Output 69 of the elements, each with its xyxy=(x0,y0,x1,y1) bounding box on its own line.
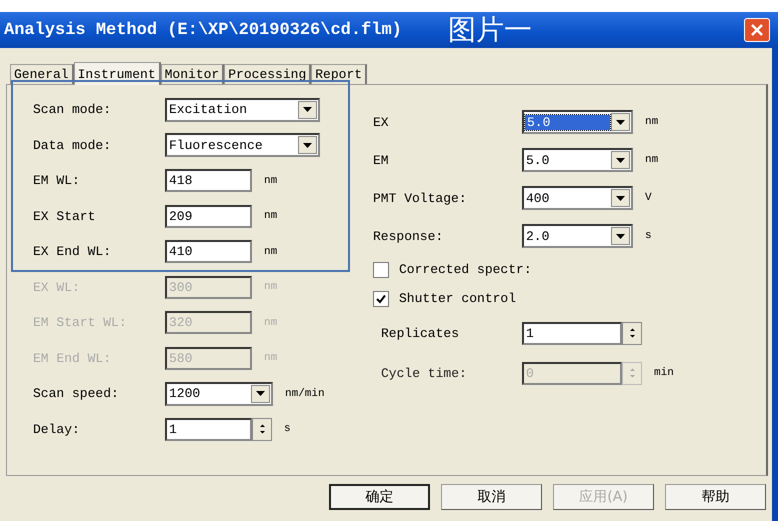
field-label: EM xyxy=(373,152,390,168)
spin-arrows-icon xyxy=(628,367,636,379)
dialog-button[interactable]: 帮助 xyxy=(665,484,766,510)
unit-label: nm xyxy=(264,210,278,222)
field-label: EM WL: xyxy=(33,173,81,188)
dialog-button[interactable]: 取消 xyxy=(441,484,542,510)
caret-icon xyxy=(256,391,265,396)
checkbox-label: Shutter control xyxy=(399,291,516,306)
unit-label: nm xyxy=(645,116,658,128)
unit-label: V xyxy=(645,192,652,204)
field-label: EX WL: xyxy=(33,280,81,295)
caret-icon xyxy=(616,158,625,162)
unit-label: nm xyxy=(264,281,278,294)
close-button[interactable] xyxy=(744,18,770,42)
spin-arrows-icon xyxy=(628,327,636,339)
field-label: Delay: xyxy=(33,422,81,437)
field-label: EM Start WL: xyxy=(33,315,128,330)
dropdown[interactable]: 400 xyxy=(522,186,633,210)
input-field[interactable]: 1 xyxy=(522,322,622,344)
dropdown[interactable]: Fluorescence xyxy=(165,133,320,158)
unit-label: nm xyxy=(264,174,278,187)
field-label: EX xyxy=(373,114,390,130)
tab[interactable]: Instrument xyxy=(74,62,161,85)
dropdown[interactable]: Excitation xyxy=(165,98,320,122)
caret-icon xyxy=(616,120,625,124)
check-icon xyxy=(376,294,386,304)
input-field[interactable]: 418 xyxy=(165,169,252,192)
unit-label: min xyxy=(654,367,674,379)
field-label: PMT Voltage: xyxy=(373,190,468,206)
dropdown[interactable]: 5.0 xyxy=(522,148,633,172)
unit-label: s xyxy=(645,230,652,242)
field-label: Replicates xyxy=(381,326,460,340)
field-label: EX End WL: xyxy=(33,244,112,260)
checkbox[interactable] xyxy=(373,262,389,278)
spin-arrows-icon xyxy=(258,423,266,436)
spin-button[interactable] xyxy=(252,418,272,441)
input-field[interactable]: 410 xyxy=(165,240,252,264)
close-icon xyxy=(750,23,764,37)
dropdown[interactable]: 2.0 xyxy=(522,224,633,248)
tab[interactable]: Report xyxy=(311,64,368,84)
caret-icon xyxy=(303,107,312,112)
field-label: Response: xyxy=(373,228,444,244)
checkbox[interactable] xyxy=(373,290,389,306)
title-annotation: 图片一 xyxy=(448,12,532,48)
field-label: EX Start xyxy=(33,208,96,224)
unit-label: s xyxy=(284,423,291,436)
unit-label: nm xyxy=(264,352,278,364)
checkbox-label: Corrected spectr: xyxy=(399,262,532,277)
field-label: Cycle time: xyxy=(381,366,468,380)
spin-button[interactable] xyxy=(622,322,642,344)
input-field[interactable]: 1 xyxy=(165,418,252,441)
dialog-button[interactable]: 确定 xyxy=(329,484,430,510)
field-label: Scan mode: xyxy=(33,102,112,118)
caret-icon xyxy=(616,196,625,200)
field-label: Data mode: xyxy=(33,138,112,153)
input-field[interactable]: 209 xyxy=(165,204,252,228)
dropdown[interactable]: 1200 xyxy=(165,382,273,406)
unit-label: nm xyxy=(264,246,278,258)
field-label: EM End WL: xyxy=(33,350,112,366)
window-title: Analysis Method (E:\XP\20190326\cd.flm) xyxy=(4,20,402,40)
unit-label: nm/min xyxy=(285,388,325,400)
unit-label: nm xyxy=(645,154,658,166)
caret-icon xyxy=(616,234,625,238)
field-label: Scan speed: xyxy=(33,386,120,402)
dropdown[interactable]: 5.0 xyxy=(522,110,633,134)
unit-label: nm xyxy=(264,316,278,329)
caret-icon xyxy=(303,142,312,148)
tab[interactable]: General xyxy=(10,64,74,84)
tab[interactable]: Processing xyxy=(224,64,312,84)
